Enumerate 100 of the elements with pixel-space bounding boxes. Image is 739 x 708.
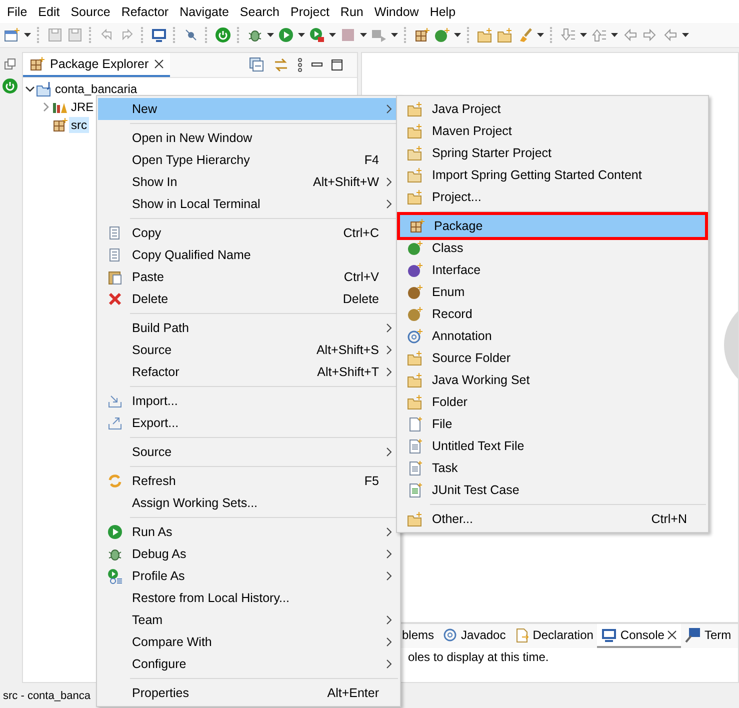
file-icon xyxy=(406,460,422,476)
package-icon xyxy=(52,117,68,133)
menu-item[interactable]: Untitled Text File xyxy=(398,435,707,457)
dropdown-icon[interactable] xyxy=(537,32,544,38)
menu-item[interactable]: Maven Project xyxy=(398,120,707,142)
dropdown-icon[interactable] xyxy=(454,32,461,38)
menu-title[interactable]: Source xyxy=(64,4,116,18)
menu-item[interactable]: Import... xyxy=(98,390,399,412)
panel-tab[interactable]: Console xyxy=(597,624,682,648)
menu-item[interactable]: Package xyxy=(400,215,705,237)
menu-item[interactable]: File xyxy=(398,413,707,435)
power-icon[interactable] xyxy=(215,27,231,43)
save-icon[interactable] xyxy=(67,27,83,43)
panel-tab[interactable]: Term xyxy=(681,624,736,648)
dropdown-icon[interactable] xyxy=(580,32,587,38)
menu-item[interactable]: Project... xyxy=(398,186,707,208)
menu-item[interactable]: Show in Local Terminal xyxy=(98,193,399,215)
menu-item[interactable]: Profile As xyxy=(98,565,399,587)
dropdown-icon[interactable] xyxy=(24,32,31,38)
save-icon[interactable] xyxy=(47,27,63,43)
dropdown-icon[interactable] xyxy=(329,32,336,38)
menu-item[interactable]: Properties Alt+Enter xyxy=(98,682,399,704)
menu-item[interactable]: Debug As xyxy=(98,543,399,565)
menu-item[interactable]: JUnit Test Case xyxy=(398,479,707,501)
menu-item[interactable]: Export... xyxy=(98,412,399,434)
panel-tab[interactable]: Declaration xyxy=(510,624,598,648)
menu-item[interactable]: Task xyxy=(398,457,707,479)
menu-item[interactable]: Team xyxy=(98,609,399,631)
menu-item[interactable]: Java Project xyxy=(398,98,707,120)
menu-item[interactable]: Other... Ctrl+N xyxy=(398,508,707,530)
console-message: oles to display at this time. xyxy=(407,649,550,664)
menu-title[interactable]: Run xyxy=(334,4,368,18)
view-tab[interactable]: Package Explorer xyxy=(23,53,170,77)
menu-item[interactable]: Restore from Local History... xyxy=(98,587,399,609)
menu-item[interactable]: Enum xyxy=(398,281,707,303)
menu-title[interactable]: File xyxy=(1,4,32,18)
menu-title[interactable]: Navigate xyxy=(174,4,234,18)
tree-item[interactable]: src xyxy=(69,117,89,133)
dropdown-icon[interactable] xyxy=(360,32,367,38)
menu-item[interactable]: Refresh F5 xyxy=(98,470,399,492)
tree-item[interactable]: JRE xyxy=(69,99,96,115)
menu-item[interactable]: Assign Working Sets... xyxy=(98,492,399,514)
menu-item[interactable]: New xyxy=(98,98,399,120)
menu-title[interactable]: Project xyxy=(284,4,334,18)
menu-item[interactable]: Open Type Hierarchy F4 xyxy=(98,149,399,171)
menu-item[interactable]: Java Working Set xyxy=(398,369,707,391)
tree-item[interactable]: conta_bancaria xyxy=(53,81,140,97)
expand-icon[interactable] xyxy=(41,102,51,112)
dropdown-icon[interactable] xyxy=(611,32,618,38)
menu-item[interactable]: Compare With xyxy=(98,631,399,653)
panel-tab[interactable]: Javadoc xyxy=(438,624,510,648)
panel-tab[interactable]: blems xyxy=(398,624,438,648)
menu-title[interactable]: Search xyxy=(234,4,285,18)
menu-item[interactable]: Record xyxy=(398,303,707,325)
dropdown-icon[interactable] xyxy=(267,32,274,38)
menu-item[interactable]: Spring Starter Project xyxy=(398,142,707,164)
menu-item[interactable]: Build Path xyxy=(98,317,399,339)
menu-item[interactable]: Delete Delete xyxy=(98,288,399,310)
menu-item[interactable]: Configure xyxy=(98,653,399,675)
menu-item[interactable]: Refactor Alt+Shift+T xyxy=(98,361,399,383)
monitor-icon[interactable] xyxy=(151,27,167,43)
menu-item[interactable]: Class xyxy=(398,237,707,259)
close-icon[interactable] xyxy=(667,630,678,640)
dropdown-icon[interactable] xyxy=(682,32,689,38)
new-window-icon[interactable] xyxy=(4,27,20,43)
menu-item[interactable]: Copy Ctrl+C xyxy=(98,222,399,244)
menu-item[interactable]: Open in New Window xyxy=(98,127,399,149)
collapse-icon[interactable] xyxy=(25,84,35,94)
class-icon xyxy=(406,240,422,256)
menu-title[interactable]: Help xyxy=(424,4,461,18)
run-tool-icon[interactable] xyxy=(309,27,325,43)
export-icon xyxy=(106,415,122,431)
menu-item[interactable]: Source Alt+Shift+S xyxy=(98,339,399,361)
dropdown-icon[interactable] xyxy=(391,32,398,38)
menu-item[interactable]: Annotation xyxy=(398,325,707,347)
menu-item[interactable]: Folder xyxy=(398,391,707,413)
menu-item[interactable]: Interface xyxy=(398,259,707,281)
menu-title[interactable]: Refactor xyxy=(115,4,174,18)
menu-item[interactable]: Show In Alt+Shift+W xyxy=(98,171,399,193)
menu-item[interactable]: Run As xyxy=(98,521,399,543)
folder-icon xyxy=(406,167,422,183)
maximize-icon[interactable] xyxy=(331,59,343,71)
menu-item[interactable]: Import Spring Getting Started Content xyxy=(398,164,707,186)
power-icon[interactable] xyxy=(2,78,18,94)
menu-title[interactable]: Edit xyxy=(32,4,65,18)
folder-icon xyxy=(406,189,422,205)
folder-icon xyxy=(406,145,422,161)
menu-item[interactable]: Source xyxy=(98,441,399,463)
folder-icon xyxy=(406,394,422,410)
dropdown-icon[interactable] xyxy=(298,32,305,38)
folder-icon xyxy=(406,511,422,527)
menu-item[interactable]: Paste Ctrl+V xyxy=(98,266,399,288)
restore-icon[interactable] xyxy=(4,58,16,70)
forward-icon[interactable] xyxy=(642,27,658,43)
menu-item[interactable]: Copy Qualified Name xyxy=(98,244,399,266)
view-menu-icon[interactable] xyxy=(297,58,303,72)
menu-item[interactable]: Source Folder xyxy=(398,347,707,369)
collapse-all-icon[interactable] xyxy=(249,57,265,73)
close-icon[interactable] xyxy=(154,59,164,69)
menu-title[interactable]: Window xyxy=(368,4,424,18)
